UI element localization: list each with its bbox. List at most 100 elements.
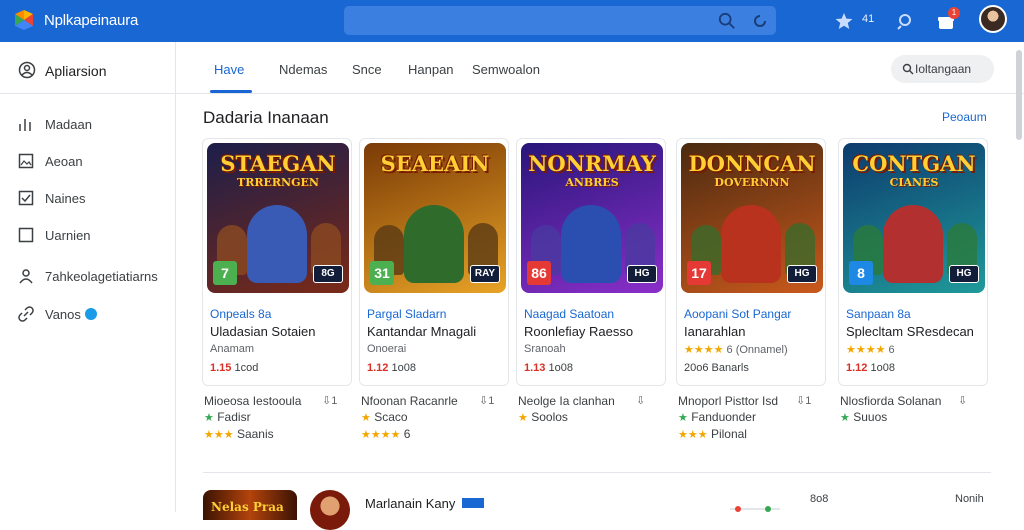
hero-figure <box>247 205 307 283</box>
app-meta: Onoerai <box>367 343 407 355</box>
app-price: 1.12 1o08 <box>367 362 416 374</box>
content-rating-tag: HG <box>787 265 817 283</box>
content-rating-tag: 8G <box>313 265 343 283</box>
developer-name[interactable]: Naagad Saatoan <box>524 307 614 321</box>
developer-name[interactable]: Sanpaan 8a <box>846 307 911 321</box>
game-subtitle-art: ANBRES <box>565 176 619 189</box>
app-thumbnail[interactable]: STAEGAN TRRERNGEN 7 8G <box>207 143 349 293</box>
app-meta: Sranoah <box>524 343 566 355</box>
developer-name[interactable]: Onpeals 8a <box>210 307 271 321</box>
app-title: Nplkapeinaura <box>44 12 139 29</box>
link-icon <box>18 306 34 322</box>
bottom-right-label: Nonih <box>955 493 984 505</box>
sidebar-item-label: Madaan <box>45 117 92 132</box>
app-thumbnail[interactable]: SEAEAIN 31 RAY <box>364 143 506 293</box>
scrollbar[interactable] <box>1016 50 1022 140</box>
avatar[interactable] <box>310 490 350 530</box>
sidebar-item-uarnien[interactable]: Uarnien <box>0 219 175 253</box>
verified-tag <box>462 498 484 508</box>
hero-figure <box>721 205 781 283</box>
sidebar-header-label: Apliarsion <box>45 63 107 79</box>
download-icon[interactable]: ⇩1 <box>796 394 811 407</box>
extra-line: ★★★ Saanis <box>204 427 274 441</box>
app-card[interactable]: CONTGAN CIANES 8 HG Sanpaan 8a Splecltam… <box>838 138 988 386</box>
app-card[interactable]: NONRMAY ANBRES 86 HG Naagad Saatoan Roon… <box>516 138 666 386</box>
bottom-game-thumbnail[interactable]: Nelas Praa <box>203 490 297 520</box>
section-divider <box>203 472 991 473</box>
rating-stars: ★★★★ <box>846 344 886 356</box>
sidebar-header[interactable]: Apliarsion <box>0 42 175 94</box>
filter-pill-label: Ioltangaan <box>915 62 972 76</box>
section-title: Dadaria Inanaan <box>203 108 329 127</box>
app-price: 20o6 Banarls <box>684 362 749 374</box>
hero-figure <box>404 205 464 283</box>
download-icon[interactable]: ⇩1 <box>322 394 337 407</box>
filter-pill[interactable]: Ioltangaan <box>891 55 994 83</box>
tab-semwoalon[interactable]: Semwoalon <box>472 62 540 77</box>
see-more-link[interactable]: Peoaum <box>942 110 987 124</box>
download-icon[interactable]: ⇩ <box>958 394 967 407</box>
developer-name[interactable]: Aoopani Sot Pangar <box>684 307 791 321</box>
extra-title[interactable]: Nfoonan Racanrle <box>361 394 458 408</box>
rating-stars: ★★★★ <box>361 429 401 441</box>
app-thumbnail[interactable]: NONRMAY ANBRES 86 HG <box>521 143 663 293</box>
app-name[interactable]: Uladasian Sotaien <box>210 324 316 339</box>
app-meta: ★★★★ 6 (Onnamel) <box>684 344 788 356</box>
sidebar-item-label: Uarnien <box>45 228 91 243</box>
refresh-icon[interactable] <box>752 13 768 29</box>
notification-count: 41 <box>862 13 875 25</box>
extra-title[interactable]: Mnoporl Pisttor Isd <box>678 394 778 408</box>
tab-hanpan[interactable]: Hanpan <box>408 62 454 77</box>
download-icon[interactable]: ⇩ <box>636 394 645 407</box>
sidebar-item-account[interactable]: 7ahkeolagetiatiarns <box>0 260 175 294</box>
tab-snce[interactable]: Snce <box>352 62 382 77</box>
game-title-art: STAEGAN <box>220 151 336 176</box>
tab-ndemas[interactable]: Ndemas <box>279 62 327 77</box>
app-name[interactable]: Ianarahlan <box>684 324 745 339</box>
age-rating-badge: 17 <box>687 261 711 285</box>
app-thumbnail[interactable]: DONNCAN DOVERNNN 17 HG <box>681 143 823 293</box>
sidebar-item-aeoan[interactable]: Aeoan <box>0 145 175 179</box>
download-icon[interactable]: ⇩1 <box>479 394 494 407</box>
store-logo-icon[interactable] <box>12 8 36 32</box>
game-subtitle-art: DOVERNNN <box>714 176 790 189</box>
app-name[interactable]: Splecltam SResdecan <box>846 324 974 339</box>
sidebar-item-naines[interactable]: Naines <box>0 182 175 216</box>
extra-line: ★★★★ 6 <box>361 427 411 441</box>
avatar[interactable] <box>979 5 1007 33</box>
user-circle-icon <box>18 61 36 79</box>
app-name[interactable]: Kantandar Mnagali <box>367 324 476 339</box>
app-card[interactable]: SEAEAIN 31 RAY Pargal Sladarn Kantandar … <box>359 138 509 386</box>
app-card[interactable]: STAEGAN TRRERNGEN 7 8G Onpeals 8a Uladas… <box>202 138 352 386</box>
hero-figure <box>883 205 943 283</box>
sidebar-item-madaan[interactable]: Madaan <box>0 108 175 142</box>
price-red: 1.15 <box>210 362 232 374</box>
search-bar[interactable] <box>344 6 776 35</box>
app-card[interactable]: DONNCAN DOVERNNN 17 HG Aoopani Sot Panga… <box>676 138 826 386</box>
top-app-bar: Nplkapeinaura 41 1 <box>0 0 1024 42</box>
star-icon[interactable] <box>834 11 854 31</box>
extra-title[interactable]: Mioeosa Iestooula <box>204 394 301 408</box>
check-box-icon <box>18 190 34 206</box>
extra-title[interactable]: Nlosfiorda Solanan <box>840 394 941 408</box>
sidebar-item-vanos[interactable]: Vanos <box>0 298 175 332</box>
tab-have[interactable]: Have <box>214 62 244 77</box>
sidebar-item-label: Aeoan <box>45 154 83 169</box>
developer-name[interactable]: Pargal Sladarn <box>367 307 446 321</box>
rating-stars: ★★★ <box>678 429 708 441</box>
app-meta: Anamam <box>210 343 255 355</box>
app-price: 1.12 1o08 <box>846 362 895 374</box>
app-name[interactable]: Roonlefiay Raesso <box>524 324 633 339</box>
extra-line: ★ Scaco <box>361 410 408 424</box>
extra-title[interactable]: Neolge Ia clanhan <box>518 394 615 408</box>
bottom-item-name[interactable]: Marlanain Kany <box>365 496 455 511</box>
rating-stars: ★ <box>518 412 528 424</box>
extra-line: ★ Suuos <box>840 410 888 424</box>
search-icon[interactable] <box>718 12 736 30</box>
rating-stars: ★ <box>361 412 371 424</box>
rating-stars: ★★★ <box>204 429 234 441</box>
price-red: 1.12 <box>846 362 868 374</box>
app-thumbnail[interactable]: CONTGAN CIANES 8 HG <box>843 143 985 293</box>
search-icon[interactable] <box>896 11 916 31</box>
extra-line: ★ Soolos <box>518 410 568 424</box>
